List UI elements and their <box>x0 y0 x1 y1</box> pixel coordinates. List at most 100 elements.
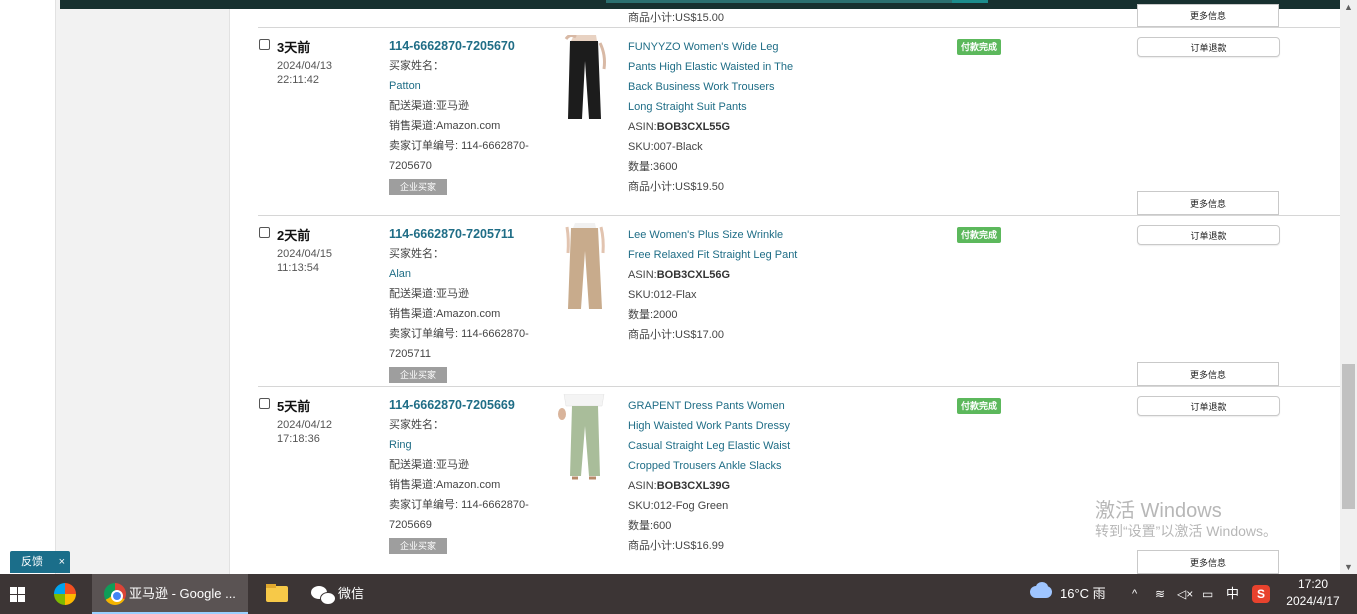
weather-cloud-icon[interactable] <box>1028 574 1054 614</box>
order-age: 2天前 <box>277 228 311 243</box>
shipping-channel: 配送渠道:亚马逊 <box>389 288 470 300</box>
buyer-name-link[interactable]: Patton <box>389 76 549 96</box>
product-title-link[interactable]: Lee Women's Plus Size Wrinkle Free Relax… <box>628 225 798 265</box>
order-age: 3天前 <box>277 40 311 55</box>
asin-value: BOB3CXL39G <box>656 480 731 492</box>
file-explorer-icon[interactable] <box>256 574 296 614</box>
order-id-link[interactable]: 114-6662870-7205670 <box>389 37 549 55</box>
product-thumbnail[interactable] <box>556 394 612 486</box>
shipping-channel: 配送渠道:亚马逊 <box>389 100 470 112</box>
row-divider <box>258 386 1340 387</box>
product-quantity: 数量:600 <box>628 520 672 532</box>
order-select-checkbox[interactable] <box>259 39 270 50</box>
product-info: Lee Women's Plus Size Wrinkle Free Relax… <box>628 225 798 345</box>
product-subtotal: 商品小计:US$16.99 <box>628 540 724 552</box>
business-buyer-badge: 企业买家 <box>389 179 448 195</box>
top-nav-accent <box>606 0 952 3</box>
order-age: 5天前 <box>277 399 311 414</box>
payment-status-badge: 付款完成 <box>957 39 1002 55</box>
feedback-tab[interactable]: 反馈 × <box>10 551 70 573</box>
order-info: 114-6662870-7205711 买家姓名： Alan 配送渠道:亚马逊 … <box>389 225 549 385</box>
seller-order-number: 卖家订单编号: 114-6662870-7205670 <box>389 140 529 172</box>
sales-channel: 销售渠道:Amazon.com <box>389 479 501 491</box>
order-id-link[interactable]: 114-6662870-7205711 <box>389 225 549 243</box>
sales-channel: 销售渠道:Amazon.com <box>389 120 501 132</box>
buyer-name-link[interactable]: Alan <box>389 264 549 284</box>
product-quantity: 数量:3600 <box>628 161 678 173</box>
order-date-day: 2024/04/15 <box>277 248 333 260</box>
close-icon[interactable]: × <box>59 551 65 573</box>
product-asin: ASIN:BOB3CXL39G <box>628 476 798 496</box>
more-info-button[interactable]: 更多信息 <box>1137 191 1279 215</box>
product-title-link[interactable]: GRAPENT Dress Pants Women High Waisted W… <box>628 396 798 476</box>
seller-order-number: 卖家订单编号: 114-6662870-7205669 <box>389 499 529 531</box>
product-thumbnail[interactable] <box>556 223 612 315</box>
payment-status-badge: 付款完成 <box>957 398 1002 414</box>
order-refund-button[interactable]: 订单退款 <box>1137 37 1280 57</box>
asin-label: ASIN: <box>628 480 657 492</box>
volume-muted-icon[interactable]: ◁× <box>1177 574 1193 614</box>
order-info: 114-6662870-7205670 买家姓名： Patton 配送渠道:亚马… <box>389 37 549 197</box>
more-info-button[interactable]: 更多信息 <box>1137 550 1279 574</box>
asin-label: ASIN: <box>628 121 657 133</box>
left-margin <box>0 0 55 574</box>
order-select-checkbox[interactable] <box>259 227 270 238</box>
tray-chevron-up-icon[interactable]: ^ <box>1132 574 1137 614</box>
clock-date: 2024/4/17 <box>1286 594 1340 608</box>
payment-status-badge: 付款完成 <box>957 227 1002 243</box>
product-subtotal: 商品小计:US$17.00 <box>628 329 724 341</box>
color-app-icon[interactable] <box>52 574 80 614</box>
more-info-button[interactable]: 更多信息 <box>1137 362 1279 386</box>
top-nav-accent-active[interactable] <box>952 0 988 3</box>
order-refund-button[interactable]: 订单退款 <box>1137 396 1280 416</box>
order-date-day: 2024/04/12 <box>277 419 333 431</box>
product-quantity: 数量:2000 <box>628 309 678 321</box>
product-subtotal: 商品小计:US$19.50 <box>628 181 724 193</box>
buyer-label: 买家姓名： <box>389 419 444 431</box>
order-select-checkbox[interactable] <box>259 398 270 409</box>
windows-start-icon[interactable] <box>5 574 29 614</box>
order-id-link[interactable]: 114-6662870-7205669 <box>389 396 549 414</box>
product-sku: SKU:007-Black <box>628 141 703 153</box>
product-asin: ASIN:BOB3CXL56G <box>628 265 798 285</box>
asin-label: ASIN: <box>628 269 657 281</box>
prev-order-more-info-button[interactable]: 更多信息 <box>1137 4 1279 27</box>
asin-value: BOB3CXL55G <box>656 121 731 133</box>
product-title-link[interactable]: FUNYYZO Women's Wide Leg Pants High Elas… <box>628 37 798 117</box>
chrome-window-label: 亚马逊 - Google ... <box>129 586 236 601</box>
wifi-icon[interactable]: ≋ <box>1155 574 1165 614</box>
prev-order-subtotal: 商品小计:US$15.00 <box>628 12 724 24</box>
sales-channel: 销售渠道:Amazon.com <box>389 308 501 320</box>
wechat-window-label: 微信 <box>338 586 365 601</box>
product-thumbnail[interactable] <box>556 35 612 127</box>
shipping-channel: 配送渠道:亚马逊 <box>389 459 470 471</box>
product-asin: ASIN:BOB3CXL55G <box>628 117 798 137</box>
product-sku: SKU:012-Fog Green <box>628 500 729 512</box>
buyer-label: 买家姓名： <box>389 248 444 260</box>
taskbar-clock[interactable]: 17:20 2024/4/17 <box>1282 576 1344 610</box>
asin-value: BOB3CXL56G <box>656 269 731 281</box>
battery-icon[interactable]: ▭ <box>1202 574 1213 614</box>
order-date: 2024/04/12 17:18:36 <box>277 418 332 446</box>
taskbar-chrome-window[interactable]: 亚马逊 - Google ... <box>92 574 248 614</box>
scroll-up-arrow-icon[interactable]: ▲ <box>1340 0 1357 14</box>
order-date-time: 11:13:54 <box>277 262 320 274</box>
activation-watermark-title: 激活 Windows <box>1095 500 1222 522</box>
taskbar-wechat-window[interactable]: 微信 <box>301 574 381 614</box>
order-date-time: 22:11:42 <box>277 74 320 86</box>
vertical-scrollbar[interactable]: ▲ ▼ <box>1340 0 1357 574</box>
buyer-label: 买家姓名： <box>389 60 444 72</box>
activation-watermark-text: 转到“设置”以激活 Windows。 <box>1095 523 1278 539</box>
weather-text[interactable]: 16°C 雨 <box>1060 574 1106 614</box>
buyer-name-link[interactable]: Ring <box>389 435 549 455</box>
windows-taskbar: 亚马逊 - Google ... 微信 16°C 雨 ^ ≋ ◁× ▭ 中 S … <box>0 574 1357 614</box>
business-buyer-badge: 企业买家 <box>389 367 448 383</box>
scroll-thumb[interactable] <box>1342 364 1355 509</box>
ime-indicator[interactable]: 中 <box>1226 574 1239 614</box>
business-buyer-badge: 企业买家 <box>389 538 448 554</box>
order-refund-button[interactable]: 订单退款 <box>1137 225 1280 245</box>
scroll-down-arrow-icon[interactable]: ▼ <box>1340 560 1357 574</box>
order-date: 2024/04/13 22:11:42 <box>277 59 332 87</box>
seller-order-number: 卖家订单编号: 114-6662870-7205711 <box>389 328 529 360</box>
order-date-day: 2024/04/13 <box>277 60 333 72</box>
